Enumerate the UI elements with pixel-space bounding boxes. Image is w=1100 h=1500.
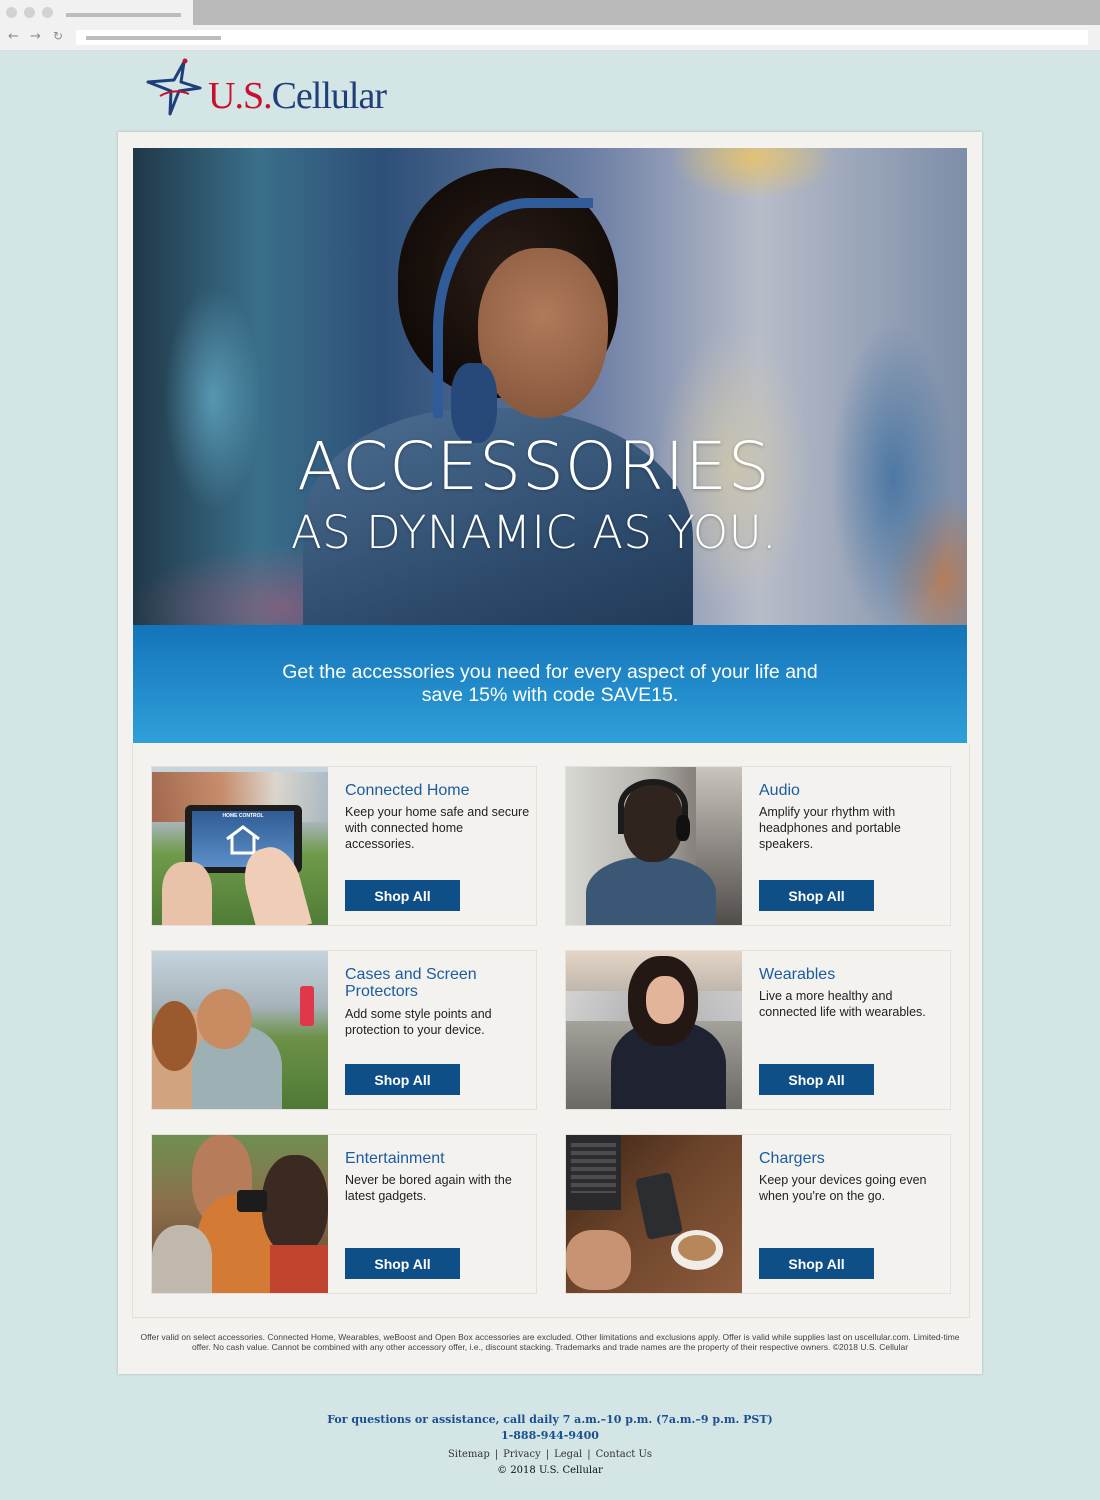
category-title[interactable]: Audio bbox=[759, 782, 939, 799]
footer-support-text: For questions or assistance, call daily … bbox=[327, 1413, 773, 1426]
address-bar[interactable] bbox=[76, 30, 1088, 45]
category-title[interactable]: Chargers bbox=[759, 1150, 939, 1167]
link-separator: | bbox=[587, 1449, 591, 1460]
tablet-screen-label: HOME CONTROL bbox=[222, 813, 264, 819]
shop-all-button-chargers[interactable]: Shop All bbox=[759, 1248, 874, 1279]
star-logo-icon bbox=[146, 58, 202, 116]
footer-links: Sitemap | Privacy | Legal | Contact Us bbox=[0, 1449, 1100, 1460]
window-zoom-dot[interactable] bbox=[42, 7, 53, 18]
legal-disclaimer: Offer valid on select accessories. Conne… bbox=[140, 1332, 960, 1352]
audio-image[interactable] bbox=[566, 767, 742, 925]
footer-link-privacy[interactable]: Privacy bbox=[503, 1449, 541, 1460]
logo-us-text: U.S. bbox=[208, 75, 273, 117]
email-card: ACCESSORIES AS DYNAMIC AS YOU. Get the a… bbox=[118, 132, 982, 1374]
browser-tab[interactable] bbox=[0, 0, 193, 25]
window-close-dot[interactable] bbox=[6, 7, 17, 18]
promo-line-2: save 15% with code SAVE15. bbox=[421, 684, 679, 706]
category-tile-chargers: Chargers Keep your devices going even wh… bbox=[565, 1134, 951, 1294]
reload-icon[interactable]: ↻ bbox=[53, 29, 63, 43]
category-description: Never be bored again with the latest gad… bbox=[345, 1173, 512, 1203]
wearables-image[interactable] bbox=[566, 951, 742, 1109]
hero-subtitle: AS DYNAMIC AS YOU. bbox=[291, 506, 777, 559]
category-title[interactable]: Connected Home bbox=[345, 782, 525, 799]
shop-all-button-cases[interactable]: Shop All bbox=[345, 1064, 460, 1095]
category-description: Keep your home safe and secure with conn… bbox=[345, 805, 530, 851]
category-tile-entertainment: Entertainment Never be bored again with … bbox=[151, 1134, 537, 1294]
footer-link-legal[interactable]: Legal bbox=[554, 1449, 582, 1460]
shop-all-button-connected-home[interactable]: Shop All bbox=[345, 880, 460, 911]
category-description: Live a more healthy and connected life w… bbox=[759, 989, 926, 1019]
category-tile-connected-home: HOME CONTROL Connected Home Keep your ho… bbox=[151, 766, 537, 926]
tab-title-placeholder bbox=[66, 13, 181, 17]
link-separator: | bbox=[494, 1449, 499, 1460]
link-separator: | bbox=[545, 1449, 550, 1460]
promo-line-1: Get the accessories you need for every a… bbox=[282, 661, 818, 683]
shop-all-button-wearables[interactable]: Shop All bbox=[759, 1064, 874, 1095]
category-title[interactable]: Cases and Screen Protectors bbox=[345, 966, 525, 1000]
logo-wordmark: U.S.Cellular bbox=[208, 74, 387, 118]
hero-title: ACCESSORIES bbox=[297, 428, 771, 505]
category-tile-audio: Audio Amplify your rhythm with headphone… bbox=[565, 766, 951, 926]
footer-phone-link[interactable]: 1-888-944-9400 bbox=[0, 1429, 1100, 1442]
url-placeholder bbox=[86, 36, 221, 40]
connected-home-image[interactable]: HOME CONTROL bbox=[152, 767, 328, 925]
forward-arrow-icon[interactable]: → bbox=[30, 29, 41, 44]
category-description: Amplify your rhythm with headphones and … bbox=[759, 805, 901, 851]
entertainment-image[interactable] bbox=[152, 1135, 328, 1293]
category-description: Keep your devices going even when you're… bbox=[759, 1173, 927, 1203]
browser-tab-strip bbox=[0, 0, 1100, 25]
cases-image[interactable] bbox=[152, 951, 328, 1109]
window-minimize-dot[interactable] bbox=[24, 7, 35, 18]
chargers-image[interactable] bbox=[566, 1135, 742, 1293]
browser-toolbar: ← → ↻ bbox=[0, 25, 1100, 51]
shop-all-button-audio[interactable]: Shop All bbox=[759, 880, 874, 911]
shop-all-button-entertainment[interactable]: Shop All bbox=[345, 1248, 460, 1279]
category-description: Add some style points and protection to … bbox=[345, 1007, 492, 1037]
us-cellular-logo[interactable]: U.S.Cellular bbox=[144, 58, 404, 118]
category-title[interactable]: Entertainment bbox=[345, 1150, 525, 1167]
promo-banner: Get the accessories you need for every a… bbox=[133, 625, 967, 743]
category-grid: HOME CONTROL Connected Home Keep your ho… bbox=[132, 744, 970, 1318]
category-tile-cases: Cases and Screen Protectors Add some sty… bbox=[151, 950, 537, 1110]
logo-cellular-text: Cellular bbox=[271, 75, 387, 117]
category-title[interactable]: Wearables bbox=[759, 966, 939, 983]
category-tile-wearables: Wearables Live a more healthy and connec… bbox=[565, 950, 951, 1110]
footer-copyright: © 2018 U.S. Cellular bbox=[497, 1465, 603, 1476]
footer-link-sitemap[interactable]: Sitemap bbox=[448, 1449, 490, 1460]
hero-banner[interactable]: ACCESSORIES AS DYNAMIC AS YOU. bbox=[133, 148, 967, 625]
back-arrow-icon[interactable]: ← bbox=[8, 29, 19, 44]
footer-link-contact[interactable]: Contact Us bbox=[596, 1449, 652, 1460]
